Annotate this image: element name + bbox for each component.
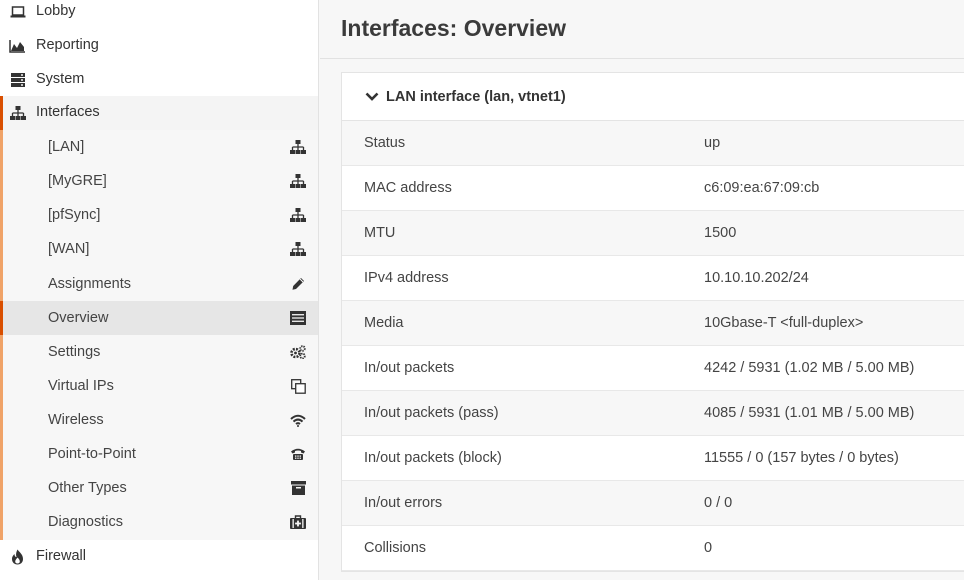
laptop-icon — [9, 4, 26, 20]
submenu-item-label: Wireless — [48, 412, 104, 428]
network-icon — [290, 207, 306, 223]
submenu-item-label: Assignments — [48, 276, 132, 292]
row-value: 0 — [704, 540, 713, 556]
row-key: In/out packets (pass) — [364, 405, 499, 421]
nav-system-label: System — [36, 71, 85, 87]
chevron-down-icon[interactable] — [365, 90, 379, 102]
submenu-item-label: [LAN] — [48, 139, 85, 155]
row-value: 1500 — [704, 225, 737, 241]
nav-interfaces[interactable]: Interfaces — [0, 96, 318, 130]
table-row: Media 10Gbase-T <full-duplex> — [342, 301, 964, 346]
row-key: Media — [364, 315, 404, 331]
medkit-icon — [290, 514, 306, 530]
sidebar: Lobby Reporting System Interfaces [LAN] … — [0, 0, 319, 580]
panel-header[interactable]: LAN interface (lan, vtnet1) — [342, 73, 964, 121]
row-key: In/out packets (block) — [364, 450, 502, 466]
row-key: IPv4 address — [364, 270, 449, 286]
submenu-item-label: Overview — [48, 310, 109, 326]
network-icon — [290, 241, 306, 257]
network-icon — [290, 173, 306, 189]
submenu-item-label: [MyGRE] — [48, 173, 107, 189]
area-chart-icon — [9, 38, 26, 54]
submenu-item-wan[interactable]: [WAN] — [3, 232, 318, 266]
row-key: MAC address — [364, 180, 452, 196]
row-key: In/out packets — [364, 360, 455, 376]
table-row: In/out packets 4242 / 5931 (1.02 MB / 5.… — [342, 346, 964, 391]
nav-firewall-label: Firewall — [36, 548, 86, 564]
submenu-item-label: Virtual IPs — [48, 378, 114, 394]
submenu-item-label: Diagnostics — [48, 514, 123, 530]
nav-firewall[interactable]: Firewall — [0, 540, 318, 574]
table-row: MAC address c6:09:ea:67:09:cb — [342, 166, 964, 211]
table-row: IPv4 address 10.10.10.202/24 — [342, 256, 964, 301]
main-content: Interfaces: Overview LAN interface (lan,… — [320, 0, 964, 580]
submenu-item-lan[interactable]: [LAN] — [3, 130, 318, 164]
sitemap-icon — [9, 105, 26, 121]
panel-title: LAN interface (lan, vtnet1) — [386, 89, 566, 105]
archive-icon — [290, 480, 306, 496]
row-value: 0 / 0 — [704, 495, 733, 511]
row-key: MTU — [364, 225, 396, 241]
copy-icon — [290, 378, 306, 394]
submenu-item-point-to-point[interactable]: Point-to-Point — [3, 437, 318, 471]
submenu-item-diagnostics[interactable]: Diagnostics — [3, 505, 318, 539]
submenu-item-label: Settings — [48, 344, 101, 360]
list-icon — [290, 310, 306, 326]
cogs-icon — [290, 344, 306, 360]
pencil-icon — [290, 276, 306, 292]
submenu-item-other-types[interactable]: Other Types — [3, 471, 318, 505]
table-row: Collisions 0 — [342, 526, 964, 571]
row-key: In/out errors — [364, 495, 443, 511]
submenu-item-assignments[interactable]: Assignments — [3, 267, 318, 301]
wifi-icon — [290, 412, 306, 428]
row-key: Collisions — [364, 540, 427, 556]
table-row: In/out errors 0 / 0 — [342, 481, 964, 526]
table-row: In/out packets (pass) 4085 / 5931 (1.01 … — [342, 391, 964, 436]
nav-interfaces-label: Interfaces — [36, 104, 100, 120]
nav-lobby[interactable]: Lobby — [0, 0, 318, 29]
table-row: Status up — [342, 121, 964, 166]
row-value: up — [704, 135, 721, 151]
submenu-item-label: Other Types — [48, 480, 127, 496]
row-key: Status — [364, 135, 406, 151]
row-value: 4085 / 5931 (1.01 MB / 5.00 MB) — [704, 405, 915, 421]
nav-system[interactable]: System — [0, 63, 318, 97]
submenu-item-mygre[interactable]: [MyGRE] — [3, 164, 318, 198]
fire-icon — [9, 549, 26, 565]
submenu-item-label: Point-to-Point — [48, 446, 136, 462]
title-divider — [320, 58, 964, 59]
row-value: 10Gbase-T <full-duplex> — [704, 315, 864, 331]
submenu-item-label: [WAN] — [48, 241, 90, 257]
submenu-item-wireless[interactable]: Wireless — [3, 403, 318, 437]
table-row: In/out packets (block) 11555 / 0 (157 by… — [342, 436, 964, 481]
submenu-item-virtual-ips[interactable]: Virtual IPs — [3, 369, 318, 403]
nav-reporting-label: Reporting — [36, 37, 99, 53]
network-icon — [290, 139, 306, 155]
nav-lobby-label: Lobby — [36, 3, 76, 19]
interface-panel: LAN interface (lan, vtnet1) Status up MA… — [341, 72, 964, 572]
nav-reporting[interactable]: Reporting — [0, 29, 318, 63]
interfaces-submenu: [LAN] [MyGRE] [pfSync] [WAN] Assignments… — [0, 130, 318, 540]
row-value: c6:09:ea:67:09:cb — [704, 180, 820, 196]
submenu-item-pfsync[interactable]: [pfSync] — [3, 198, 318, 232]
page-title: Interfaces: Overview — [341, 15, 567, 41]
submenu-item-settings[interactable]: Settings — [3, 335, 318, 369]
row-value: 10.10.10.202/24 — [704, 270, 809, 286]
server-icon — [9, 72, 26, 88]
row-value: 4242 / 5931 (1.02 MB / 5.00 MB) — [704, 360, 915, 376]
row-value: 11555 / 0 (157 bytes / 0 bytes) — [704, 450, 899, 466]
submenu-item-overview[interactable]: Overview — [0, 301, 318, 335]
table-row: MTU 1500 — [342, 211, 964, 256]
submenu-item-label: [pfSync] — [48, 207, 101, 223]
phone-icon — [290, 446, 306, 462]
